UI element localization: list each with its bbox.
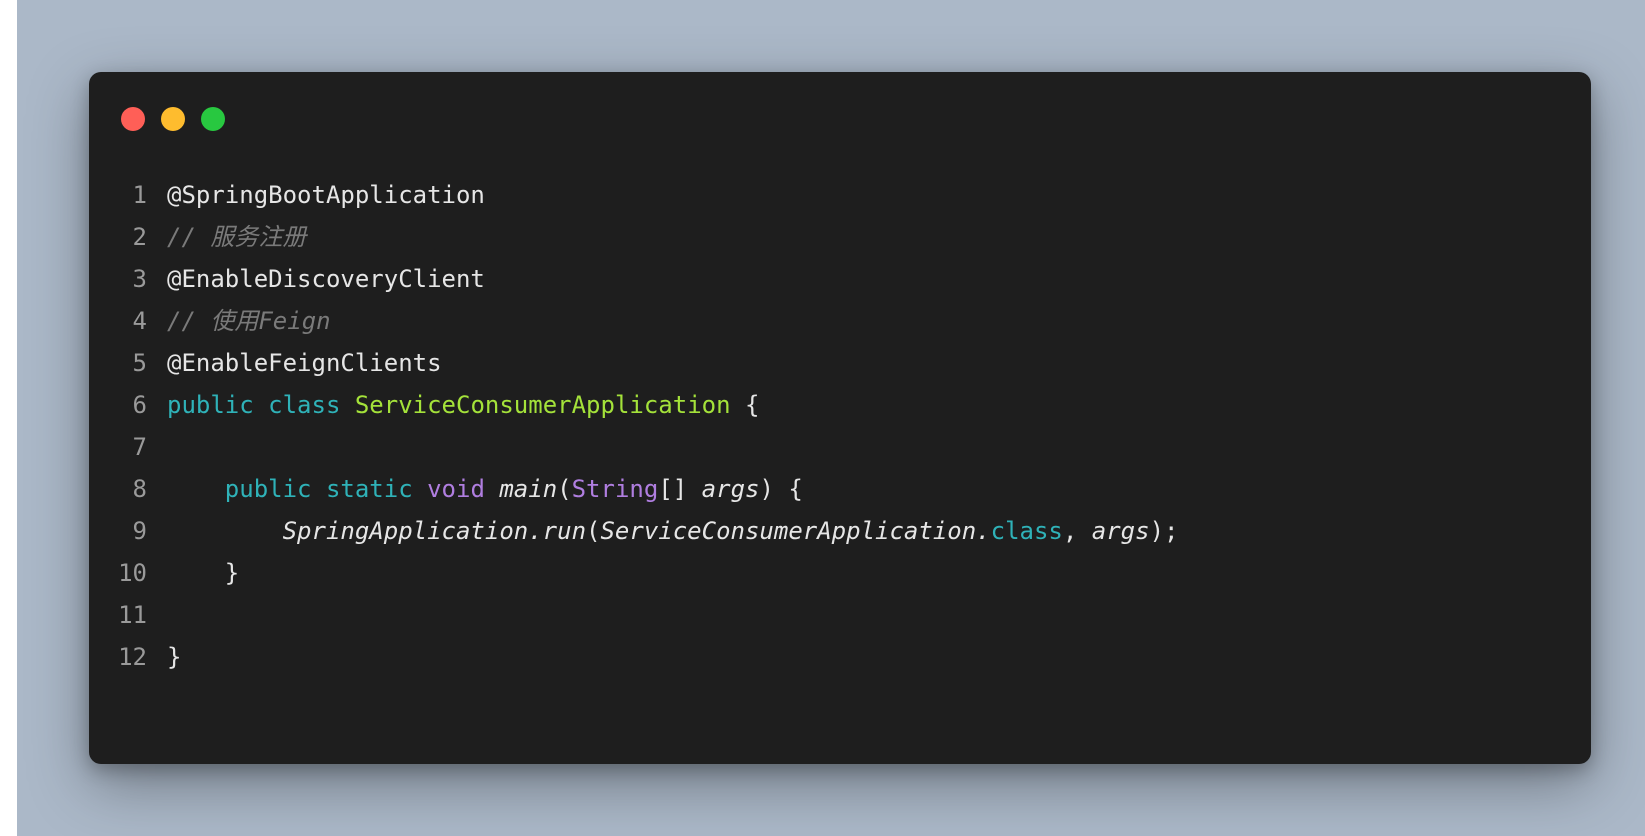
line-number: 12: [118, 643, 147, 671]
zoom-dot-icon[interactable]: [201, 107, 225, 131]
code-token: args: [701, 475, 760, 503]
code-token: {: [730, 391, 760, 419]
code-window: 1 @SpringBootApplication 2 // 服务注册 3 @EnableD…: [89, 72, 1591, 764]
code-token: );: [1149, 517, 1179, 545]
line-number: 6: [132, 391, 147, 419]
code-token: class: [268, 391, 341, 419]
code-line: 9 SpringApplication.run(ServiceConsumerA…: [89, 510, 1591, 552]
code-token: @EnableDiscoveryClient: [167, 265, 485, 293]
line-number: 10: [118, 559, 147, 587]
line-number: 9: [132, 517, 147, 545]
code-token: SpringApplication.run: [282, 517, 587, 545]
minimize-dot-icon[interactable]: [161, 107, 185, 131]
line-number: 2: [132, 223, 147, 251]
code-token: ) {: [759, 475, 803, 503]
code-token: class: [990, 517, 1063, 545]
code-token: []: [658, 475, 702, 503]
code-token: }: [167, 643, 182, 671]
code-line: 10 }: [89, 552, 1591, 594]
code-line: 8 public static void main(String[] args)…: [89, 468, 1591, 510]
line-source: public class ServiceConsumerApplication …: [167, 384, 759, 426]
code-token: ServiceConsumerApplication: [354, 391, 731, 419]
code-line: 12}: [89, 636, 1591, 678]
code-token: main: [499, 475, 558, 503]
line-source: @EnableDiscoveryClient: [167, 258, 485, 300]
line-source: public static void main(String[] args) {: [167, 468, 803, 510]
code-line: 4 // 使用Feign: [89, 300, 1591, 342]
code-token: void: [427, 475, 485, 503]
line-number: 11: [118, 601, 147, 629]
line-source: }: [167, 552, 239, 594]
line-number: 7: [132, 433, 147, 461]
line-source: }: [167, 636, 181, 678]
code-token: // 使用Feign: [167, 307, 331, 335]
line-source: // 服务注册: [167, 216, 306, 258]
code-token: // 服务注册: [167, 223, 307, 251]
line-number: 4: [132, 307, 147, 335]
code-token: }: [167, 559, 240, 587]
code-token: static: [325, 475, 413, 503]
line-number: 3: [132, 265, 147, 293]
code-token: @EnableFeignClients: [167, 349, 442, 377]
line-source: // 使用Feign: [167, 300, 331, 342]
code-token: (: [586, 517, 601, 545]
code-token: @SpringBootApplication: [167, 181, 485, 209]
code-token: ,: [1062, 517, 1092, 545]
line-source: @SpringBootApplication: [167, 174, 485, 216]
line-number: 5: [132, 349, 147, 377]
code-token: public: [224, 475, 312, 503]
code-token: args: [1091, 517, 1150, 545]
line-number: 1: [132, 181, 147, 209]
code-token: ServiceConsumerApplication.: [600, 517, 991, 545]
code-token: public: [167, 391, 254, 419]
code-line: 3 @EnableDiscoveryClient: [89, 258, 1591, 300]
code-line: 6 public class ServiceConsumerApplication…: [89, 384, 1591, 426]
code-line: 11: [89, 594, 1591, 636]
code-token: (: [557, 475, 572, 503]
line-number: 8: [132, 475, 147, 503]
code-line: 7: [89, 426, 1591, 468]
code-line: 2 // 服务注册: [89, 216, 1591, 258]
line-source: @EnableFeignClients: [167, 342, 442, 384]
line-source: SpringApplication.run(ServiceConsumerApp…: [167, 510, 1179, 552]
code-line: 1 @SpringBootApplication: [89, 174, 1591, 216]
code-token: String: [571, 475, 659, 503]
code-block: 1 @SpringBootApplication 2 // 服务注册 3 @EnableD…: [89, 174, 1591, 678]
close-dot-icon[interactable]: [121, 107, 145, 131]
code-line: 5 @EnableFeignClients: [89, 342, 1591, 384]
